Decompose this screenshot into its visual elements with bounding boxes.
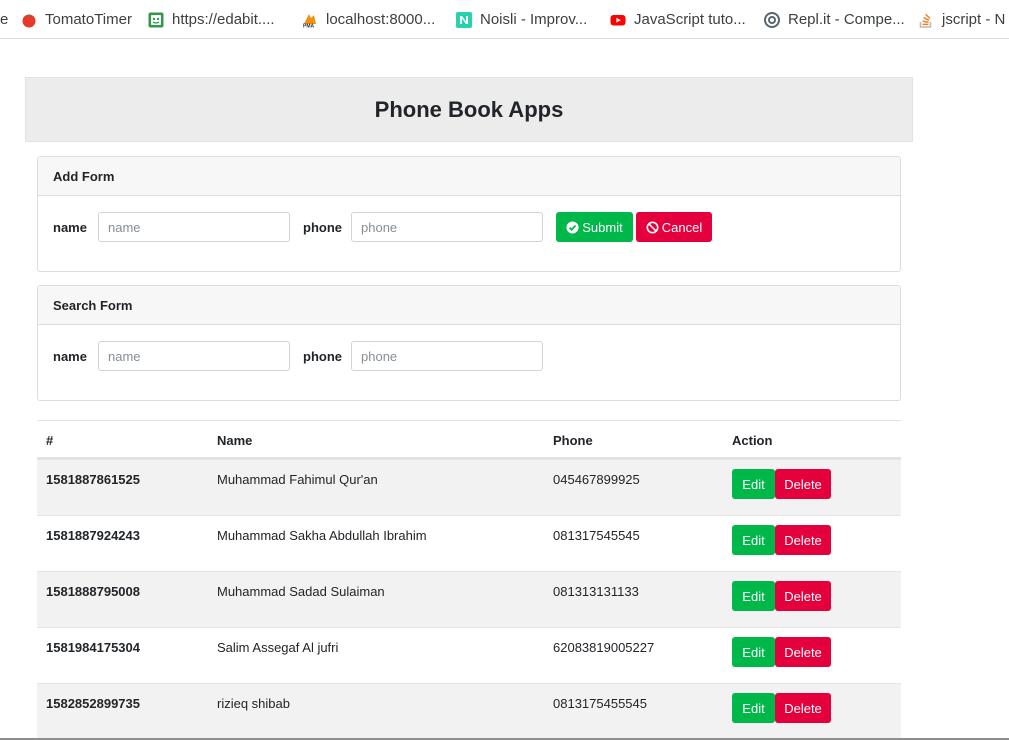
add-phone-label: phone [303,220,342,235]
ban-icon [646,221,659,233]
replit-icon [764,11,780,28]
bookmark-javascript-tutorial[interactable]: JavaScript tuto... [610,0,746,38]
add-name-label: name [53,220,87,235]
stackoverflow-icon [918,12,934,28]
edit-button[interactable]: Edit [732,469,775,499]
pma-icon: PMA [302,12,318,29]
svg-text:PMA: PMA [303,23,315,28]
row-id: 1581887861525 [46,472,140,487]
tomato-icon [21,12,37,28]
row-name: Muhammad Sakha Abdullah Ibrahim [217,528,427,543]
delete-button[interactable]: Delete [775,469,831,499]
table-row: 1582852899735 rizieq shibab 081317545554… [37,683,901,739]
bookmark-tomatotimer[interactable]: TomatoTimer [21,0,132,38]
header-action: Action [732,433,773,448]
search-name-input[interactable] [98,341,290,371]
cancel-button[interactable]: Cancel [636,212,712,242]
add-name-input[interactable] [98,212,290,242]
edabit-icon [148,12,164,28]
table-row: 1581887861525 Muhammad Fahimul Qur'an 04… [37,459,901,515]
delete-button[interactable]: Delete [775,693,831,723]
search-form-body: name phone [38,325,900,400]
header-name: Name [217,433,253,448]
bookmarks-bar: e TomatoTimer https://edabit.... PMA loc… [0,0,1009,39]
add-phone-input[interactable] [351,212,543,242]
add-form-title: Add Form [38,157,900,196]
edit-button[interactable]: Edit [732,693,775,723]
row-name: Salim Assegaf Al jufri [217,640,339,655]
youtube-icon [610,12,626,28]
search-name-label: name [53,349,87,364]
submit-button[interactable]: Submit [556,212,633,242]
search-phone-label: phone [303,349,342,364]
table-row: 1581888795008 Muhammad Sadad Sulaiman 08… [37,571,901,627]
check-circle-icon [566,220,579,234]
bookmark-jscript[interactable]: jscript - N [918,0,1005,38]
header-phone: Phone [553,433,593,448]
noisli-icon [456,11,472,28]
add-form-card: Add Form name phone Submit Cancel [37,156,901,272]
row-id: 1581887924243 [46,528,140,543]
search-phone-input[interactable] [351,341,543,371]
table-row: 1581984175304 Salim Assegaf Al jufri 620… [37,627,901,683]
row-phone: 0813175455545 [553,696,647,711]
submit-label: Submit [582,219,623,235]
add-form-body: name phone Submit Cancel [38,196,900,271]
edit-button[interactable]: Edit [732,525,775,555]
bookmark-localhost[interactable]: PMA localhost:8000... [302,0,435,38]
row-phone: 081313131133 [553,584,639,599]
row-name: rizieq shibab [217,696,290,711]
bookmark-partial[interactable]: e [0,0,8,38]
search-form-title: Search Form [38,286,900,325]
row-id: 1581984175304 [46,640,140,655]
table-header: # Name Phone Action [37,421,901,459]
contacts-table: # Name Phone Action 1581887861525 Muhamm… [37,420,901,739]
header-id: # [46,433,54,448]
search-form-card: Search Form name phone [37,285,901,401]
delete-button[interactable]: Delete [775,637,831,667]
app-header: Phone Book Apps [25,77,913,142]
bookmark-edabit[interactable]: https://edabit.... [148,0,275,38]
edit-button[interactable]: Edit [732,637,775,667]
row-name: Muhammad Fahimul Qur'an [217,472,378,487]
row-id: 1581888795008 [46,584,140,599]
row-phone: 62083819005227 [553,640,655,655]
row-name: Muhammad Sadad Sulaiman [217,584,385,599]
bookmark-replit[interactable]: Repl.it - Compe... [764,0,905,38]
delete-button[interactable]: Delete [775,581,831,611]
row-id: 1582852899735 [46,696,140,711]
delete-button[interactable]: Delete [775,525,831,555]
table-row: 1581887924243 Muhammad Sakha Abdullah Ib… [37,515,901,571]
bookmark-noisli[interactable]: Noisli - Improv... [456,0,587,38]
cancel-label: Cancel [661,219,703,235]
row-phone: 081317545545 [553,528,640,543]
page-title: Phone Book Apps [374,96,564,122]
row-phone: 045467899925 [553,472,640,487]
edit-button[interactable]: Edit [732,581,775,611]
